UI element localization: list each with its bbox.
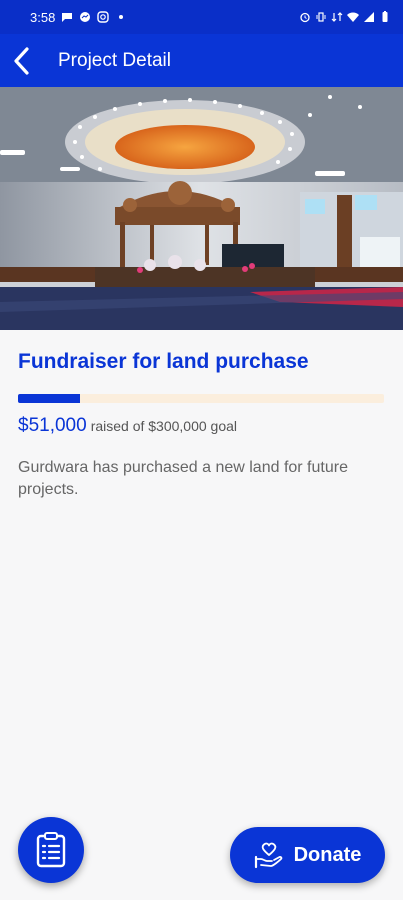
project-description: Gurdwara has purchased a new land for fu… <box>18 459 348 498</box>
chat-bubble-icon <box>62 13 73 22</box>
messenger-icon <box>80 12 91 22</box>
vibrate-icon <box>316 12 326 22</box>
donate-button[interactable]: Donate <box>230 827 385 883</box>
raised-amount: $51,000 <box>18 415 87 436</box>
signal-icon <box>364 12 374 22</box>
project-image <box>0 87 403 330</box>
clipboard-button[interactable] <box>18 817 84 883</box>
funding-progress-bar <box>18 394 384 403</box>
funding-summary: $51,000 raised of $300,000 goal <box>18 415 384 437</box>
dot-icon <box>119 15 124 19</box>
project-title: Fundraiser for land purchase <box>18 350 309 373</box>
hand-heart-icon <box>254 842 282 869</box>
project-details: Fundraiser for land purchase $51,000 rai… <box>18 350 384 501</box>
donate-label: Donate <box>293 843 362 866</box>
instagram-icon <box>97 11 110 23</box>
status-time: 3:58 <box>30 9 56 25</box>
alarm-icon <box>300 12 310 23</box>
funding-progress-fill <box>18 394 81 403</box>
back-button[interactable] <box>0 34 44 87</box>
status-bar: 3:58 <box>0 0 403 34</box>
battery-icon <box>382 11 388 22</box>
data-icon <box>331 12 343 22</box>
chevron-left-icon <box>14 46 29 75</box>
app-bar: Project Detail <box>0 34 403 87</box>
clipboard-list-icon <box>36 832 66 868</box>
page-title: Project Detail <box>58 49 171 71</box>
wifi-icon <box>347 12 359 22</box>
goal-text: raised of $300,000 goal <box>90 418 238 434</box>
